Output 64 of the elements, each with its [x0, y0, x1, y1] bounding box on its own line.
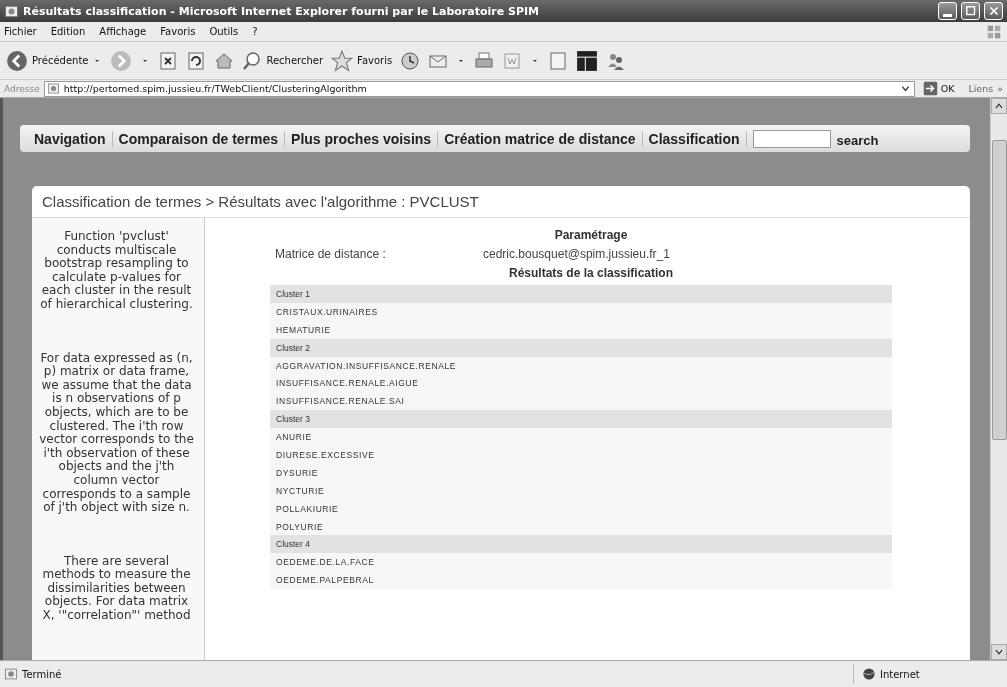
word-icon: [502, 50, 523, 71]
search-field[interactable]: [752, 129, 831, 148]
star-icon: [331, 49, 354, 72]
menu-item[interactable]: Affichage: [99, 26, 147, 37]
search-icon: [242, 50, 263, 71]
stop-icon: [158, 50, 179, 71]
favorites-button[interactable]: Favoris: [331, 49, 393, 72]
nav-link[interactable]: Comparaison de termes: [112, 130, 286, 147]
minimize-button[interactable]: [938, 2, 957, 20]
url-text: http://pertomed.spim.jussieu.fr/TWebClient/ClusteringAlgorithm: [63, 83, 368, 94]
globe-icon: [862, 667, 876, 681]
description-text: There are several methods to measure the dissimilarities between objects. For data matrix X, '"correlation"' method: [41, 554, 192, 623]
more-chevron[interactable]: »: [997, 83, 1003, 94]
page-icon: [4, 667, 18, 681]
page-icon: [46, 82, 60, 95]
print-icon: [474, 50, 495, 71]
menu-item[interactable]: ?: [252, 26, 258, 37]
search-link[interactable]: search: [836, 133, 879, 148]
term-row: INSUFFISANCE.RENALE.SAI: [270, 392, 892, 411]
nav-link[interactable]: Navigation: [28, 130, 113, 147]
scroll-thumb[interactable]: [991, 140, 1007, 440]
window-title: Résultats classification - Microsoft Internet Explorer fourni par le Laboratoire SPIM: [23, 4, 540, 18]
param-value: cedric.bousquet@spim.jussieu.fr_1: [483, 247, 670, 263]
description-text: Function 'pvclust' conducts multiscale bootstrap resampling to calculate p-values for each cluster in the result of hierarchical clustering.: [39, 230, 194, 312]
nav-link[interactable]: Classification: [642, 130, 747, 147]
back-button[interactable]: Précédente: [6, 49, 103, 72]
nav-link[interactable]: Création matrice de distance: [438, 130, 643, 147]
cluster-header: Cluster 1: [270, 285, 892, 303]
history-icon: [400, 50, 421, 71]
scrollbar[interactable]: [990, 98, 1007, 660]
forward-icon: [110, 49, 133, 72]
minimize-icon: [943, 13, 952, 17]
zone-text: Internet: [880, 668, 920, 680]
term-row: DIURESE.EXCESSIVE: [270, 446, 892, 464]
section-heading: Paramétrage: [553, 228, 629, 244]
go-button[interactable]: OK: [922, 81, 955, 96]
term-row: ANURIE: [270, 428, 892, 446]
page-icon: [548, 50, 569, 71]
refresh-icon: [186, 50, 207, 71]
term-row: OEDEME.PALPEBRAL: [270, 571, 892, 590]
search-button[interactable]: Rechercher: [242, 50, 324, 71]
menu-item[interactable]: Edition: [50, 26, 86, 37]
term-row: OEDEME.DE.LA.FACE: [270, 553, 892, 572]
param-label: Matrice de distance :: [274, 247, 387, 263]
status-text: Terminé: [22, 668, 63, 680]
cluster-header: Cluster 4: [270, 535, 892, 554]
term-row: INSUFFISANCE.RENALE.AIGUE: [270, 374, 892, 393]
menu-item[interactable]: Favoris: [160, 26, 196, 37]
back-icon: [6, 49, 28, 72]
layout-icon: [576, 49, 599, 72]
cluster-header: Cluster 3: [270, 410, 892, 429]
description-text: For data expressed as (n, p) matrix or data frame, we assume that the data is n observations of p objects, which are to be clustered. The i'th row vector corresponds to the i'th observation of these objects and the j'th column vector corresponds to a sample of j'th object with size n.: [38, 351, 195, 515]
maximize-button[interactable]: [961, 2, 980, 20]
menu-item[interactable]: Fichier: [4, 26, 37, 37]
go-icon: [922, 81, 938, 96]
address-label: Adresse: [4, 83, 40, 94]
maximize-icon: [963, 4, 978, 18]
menu-item[interactable]: Outils: [209, 26, 239, 37]
section-heading: Résultats de la classification: [507, 266, 675, 282]
address-field[interactable]: http://pertomed.spim.jussieu.fr/TWebClient/ClusteringAlgorithm: [43, 80, 915, 97]
ie-icon: [4, 3, 19, 19]
close-button[interactable]: [984, 2, 1003, 20]
links-label[interactable]: Liens: [968, 83, 994, 94]
nav-link[interactable]: Plus proches voisins: [285, 130, 439, 147]
